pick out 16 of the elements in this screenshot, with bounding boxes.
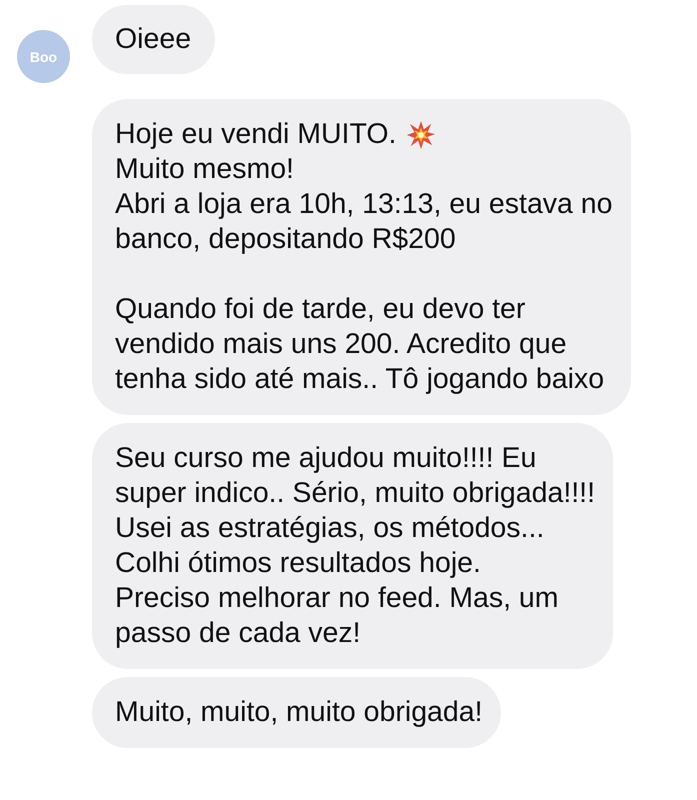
message-text: banco, depositando R$200 xyxy=(115,222,456,257)
message-text: Abri a loja era 10h, 13:13, eu estava no xyxy=(115,187,613,222)
message-text: Muito, muito, muito obrigada! xyxy=(115,695,483,730)
message-text: Muito mesmo! xyxy=(115,152,294,187)
message-text: Usei as estratégias, os métodos... xyxy=(115,511,544,546)
message-text: passo de cada vez! xyxy=(115,616,361,651)
message-text: vendido mais uns 200. Acredito que xyxy=(115,327,567,362)
avatar-logo-text: Boo xyxy=(30,48,58,64)
message-text: Oieee xyxy=(115,22,192,57)
message-text: Quando foi de tarde, eu devo ter xyxy=(115,292,526,327)
message-text: tenha sido até mais.. Tô jogando baixo xyxy=(115,362,604,397)
message-text: Preciso melhorar no feed. Mas, um xyxy=(115,581,559,616)
message-text: super indico.. Sério, muito obrigada!!!! xyxy=(115,476,596,511)
message-text: Colhi ótimos resultados hoje. xyxy=(115,546,481,581)
message-text: Hoje eu vendi MUITO. xyxy=(115,117,396,152)
message-text: Seu curso me ajudou muito!!!! Eu xyxy=(115,441,536,476)
